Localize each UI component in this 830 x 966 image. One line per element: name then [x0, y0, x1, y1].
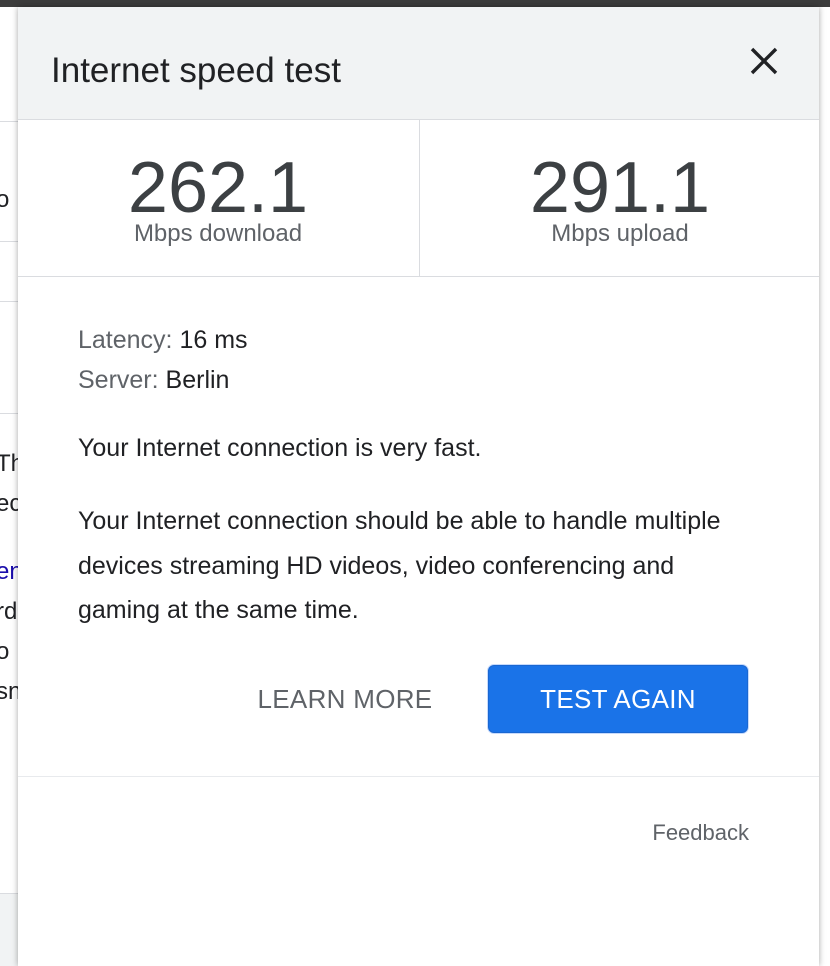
speed-description: Your Internet connection should be able … — [78, 507, 721, 624]
server-row: Server: Berlin — [78, 360, 768, 400]
close-icon — [750, 47, 778, 75]
footer-divider — [18, 776, 819, 777]
dialog-title: Internet speed test — [51, 51, 341, 90]
upload-speed-value: 291.1 — [529, 148, 711, 228]
download-result: 262.1 Mbps download — [18, 120, 418, 276]
close-button[interactable] — [742, 39, 786, 83]
latency-row: Latency: 16 ms — [78, 320, 768, 360]
bg-divider — [0, 413, 18, 414]
bg-divider — [0, 241, 18, 242]
bg-footer — [0, 893, 18, 966]
server-label: Server: — [78, 366, 159, 394]
download-speed-value: 262.1 — [127, 148, 309, 228]
test-again-button[interactable]: TEST AGAIN — [488, 665, 748, 733]
latency-value: 16 ms — [179, 326, 248, 354]
speed-test-dialog: Internet speed test 262.1 Mbps download … — [18, 7, 819, 966]
speed-verdict: Your Internet connection is very fast. — [78, 434, 482, 462]
download-speed-unit: Mbps download — [133, 220, 303, 247]
browser-top-bar — [0, 0, 830, 7]
latency-label: Latency: — [78, 326, 173, 354]
feedback-link[interactable]: Feedback — [628, 819, 749, 847]
server-value: Berlin — [165, 366, 230, 394]
bg-divider — [0, 301, 18, 302]
speed-results: 262.1 Mbps download 291.1 Mbps upload — [18, 120, 819, 277]
learn-more-button[interactable]: LEARN MORE — [240, 665, 450, 733]
dialog-header: Internet speed test — [18, 7, 819, 120]
bg-divider — [0, 121, 18, 122]
upload-result: 291.1 Mbps upload — [419, 120, 820, 276]
upload-speed-unit: Mbps upload — [551, 220, 689, 247]
test-details: Latency: 16 ms Server: Berlin — [78, 320, 768, 400]
